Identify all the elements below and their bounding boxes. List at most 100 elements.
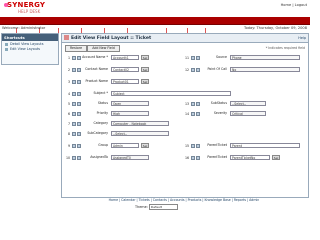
move-up-icon[interactable] [191, 101, 195, 106]
parent-ticket-no-input[interactable]: ParentTicketNo [230, 155, 270, 160]
field-label: SubCategory [87, 130, 108, 135]
assigned-to-select[interactable]: AssignedT0 [111, 155, 149, 160]
move-up-icon[interactable] [72, 131, 76, 136]
field-label: Subject * [93, 90, 108, 95]
move-down-icon[interactable] [77, 143, 81, 148]
move-up-icon[interactable] [72, 143, 76, 148]
field-row: 3 Product Name Product01 Sel [65, 79, 180, 85]
field-number: 8 [67, 131, 70, 136]
field-label: Contact Name [85, 66, 108, 71]
field-number: 9 [67, 143, 70, 148]
move-down-icon[interactable] [196, 143, 200, 148]
field-number: 16 [184, 155, 189, 160]
priority-select[interactable]: High [111, 111, 149, 116]
group-input[interactable]: Admin [111, 143, 139, 148]
move-down-icon[interactable] [196, 155, 200, 160]
move-up-icon[interactable] [191, 155, 195, 160]
move-up-icon[interactable] [191, 67, 195, 72]
move-down-icon[interactable] [196, 111, 200, 116]
move-down-icon[interactable] [77, 131, 81, 136]
field-label: Severity [213, 110, 227, 115]
field-number: 3 [67, 79, 70, 84]
move-down-icon[interactable] [196, 101, 200, 106]
field-number: 13 [184, 101, 189, 106]
welcome-text: Welcome: Administrator [2, 26, 46, 30]
move-up-icon[interactable] [191, 55, 195, 60]
move-up-icon[interactable] [72, 121, 76, 126]
logo-line2: HELP DESK [18, 9, 41, 14]
shortcut-label: Detail View Layouts [10, 42, 44, 46]
severity-select[interactable]: Critical [230, 111, 266, 116]
shortcut-edit-view-layouts[interactable]: Edit View Layouts [2, 46, 58, 51]
move-up-icon[interactable] [72, 155, 76, 160]
source-select[interactable]: Phone [230, 55, 300, 60]
category-select[interactable]: Computer - Notebook [111, 121, 169, 126]
restore-button[interactable]: Restore [65, 45, 87, 52]
move-down-icon[interactable] [77, 55, 81, 60]
field-row: 6 Priority High [65, 111, 180, 117]
account-name-input[interactable]: Accountt1 [111, 55, 139, 60]
move-down-icon[interactable] [77, 101, 81, 106]
field-row: 15 ParentTicket Parent [184, 143, 306, 149]
edit-view-layout-panel: Edit View Field Layout :: Ticket Help Re… [61, 33, 309, 198]
move-down-icon[interactable] [77, 91, 81, 96]
layout-icon [5, 47, 8, 51]
field-label: Group [98, 142, 108, 147]
select-button[interactable]: Sel [141, 55, 149, 60]
field-row: 5 Status Open [65, 101, 180, 107]
move-up-icon[interactable] [191, 143, 195, 148]
move-up-icon[interactable] [72, 55, 76, 60]
help-link[interactable]: Help [298, 36, 306, 40]
contact-name-input[interactable]: Contact02 [111, 67, 139, 72]
move-up-icon[interactable] [72, 79, 76, 84]
field-number: 7 [67, 121, 70, 126]
main-nav: Home Calendar Tickets Contacts Accounts Produ… [0, 17, 310, 33]
field-row: 9 Group Admin Sel [65, 143, 180, 149]
theme-select[interactable]: Default [148, 204, 178, 210]
select-button[interactable]: Sel [141, 143, 149, 148]
today-date: Today: Thursday, October 09, 2008 [243, 26, 307, 30]
field-number: 2 [67, 67, 70, 72]
field-label: SubStatus [210, 100, 227, 105]
add-new-field-button[interactable]: Add New Field [87, 45, 120, 52]
subcategory-select[interactable]: --Select-- [111, 131, 169, 136]
layout-icon [64, 35, 69, 40]
move-up-icon[interactable] [191, 111, 195, 116]
field-number: 12 [184, 67, 189, 72]
move-down-icon[interactable] [196, 67, 200, 72]
point-of-call-select[interactable]: No [230, 67, 300, 72]
layout-icon [5, 42, 8, 46]
field-number: 1 [67, 55, 70, 60]
shortcuts-title: Shortcuts [2, 34, 58, 41]
subject-input[interactable]: Subject [111, 91, 231, 96]
move-up-icon[interactable] [72, 67, 76, 72]
field-row: 8 SubCategory --Select-- [65, 131, 180, 137]
select-button[interactable]: Sel [141, 79, 149, 84]
move-down-icon[interactable] [77, 111, 81, 116]
theme-label: Theme: [135, 205, 148, 209]
field-label: Category [93, 120, 108, 125]
move-up-icon[interactable] [72, 101, 76, 106]
field-label: Account Name * [82, 54, 108, 59]
move-down-icon[interactable] [196, 55, 200, 60]
field-number: 15 [184, 143, 189, 148]
move-up-icon[interactable] [72, 111, 76, 116]
move-down-icon[interactable] [77, 79, 81, 84]
select-button[interactable]: Sel [141, 67, 149, 72]
product-name-input[interactable]: Product01 [111, 79, 139, 84]
move-down-icon[interactable] [77, 67, 81, 72]
move-down-icon[interactable] [77, 155, 81, 160]
substatus-select[interactable]: --Select-- [230, 101, 266, 106]
move-down-icon[interactable] [77, 121, 81, 126]
select-button[interactable]: Sel [272, 155, 280, 160]
header-links[interactable]: Home | Logout [281, 3, 307, 7]
status-select[interactable]: Open [111, 101, 149, 106]
parent-ticket-input[interactable]: Parent [230, 143, 300, 148]
field-number: 4 [67, 91, 70, 96]
field-row: 10 AssignedTo AssignedT0 [65, 155, 180, 161]
field-row: 2 Contact Name Contact02 Sel [65, 67, 180, 73]
move-up-icon[interactable] [72, 91, 76, 96]
footer-links[interactable]: Home | Calendar | Tickets | Contacts | A… [61, 198, 307, 202]
app-logo[interactable]: SYNERGY HELP DESK [4, 1, 48, 16]
field-row: 12 Point Of Call No [184, 67, 306, 73]
